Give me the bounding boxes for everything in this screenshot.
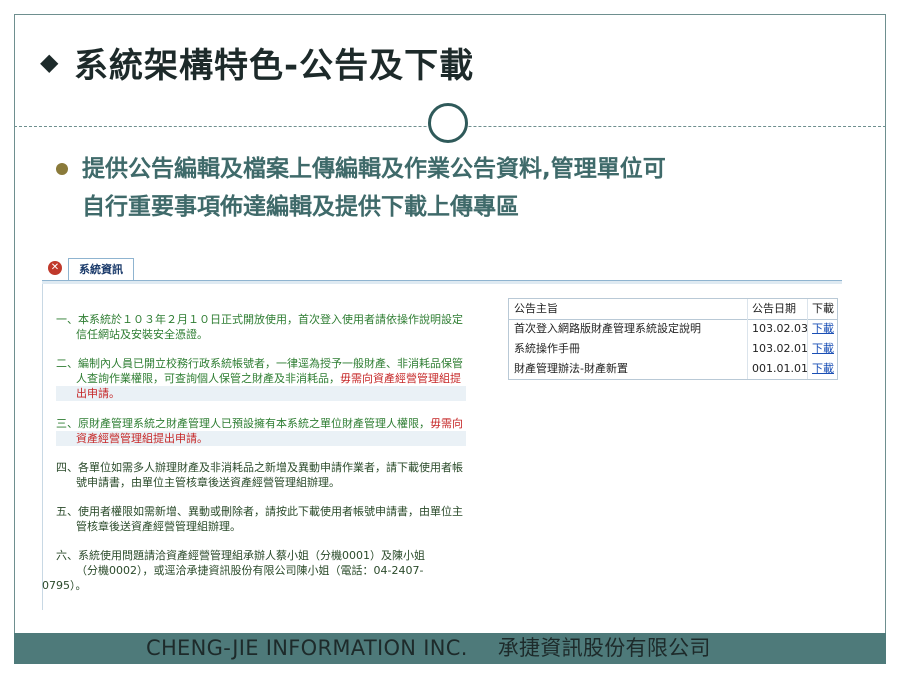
- notice-item: 四、各單位如需多人辦理財產及非消耗品之新增及異動申請作業者，請下載使用者帳 號申…: [56, 461, 463, 489]
- announcement-table: 公告主旨 公告日期 下載 首次登入網路版財產管理系統設定說明 103.02.03…: [508, 298, 838, 380]
- notice-item: 六、系統使用問題請洽資產經營管理組承辦人蔡小姐（分機0001）及陳小姐 （分機0…: [42, 549, 425, 592]
- bullet-dot-icon: [56, 163, 68, 175]
- footer-text: CHENG-JIE INFORMATION INC. 承捷資訊股份有限公司: [146, 633, 711, 664]
- system-info-screenshot: ✕ 系統資訊 一、本系統於１０３年２月１０日正式開放使用，首次登入使用者請依操作…: [42, 258, 842, 616]
- bullet-line-2: 自行重要事項佈達編輯及提供下載上傳專區: [82, 194, 519, 220]
- bullet-text: 提供公告編輯及檔案上傳編輯及作業公告資料,管理單位可 自行重要事項佈達編輯及提供…: [82, 150, 856, 226]
- download-link[interactable]: 下載: [807, 319, 840, 339]
- footer-company-en: CHENG-JIE INFORMATION INC.: [146, 636, 468, 660]
- slide-title-row: ◆ 系統架構特色-公告及下載: [40, 36, 474, 88]
- bullet-point: 提供公告編輯及檔案上傳編輯及作業公告資料,管理單位可 自行重要事項佈達編輯及提供…: [56, 150, 856, 226]
- notice-item: 二、編制內人員已開立校務行政系統帳號者，一律逕為授予一般財產、非消耗品保管 人查…: [56, 356, 466, 401]
- download-link[interactable]: 下載: [807, 339, 840, 359]
- tab-bar: ✕ 系統資訊: [42, 258, 842, 281]
- download-link[interactable]: 下載: [807, 359, 840, 379]
- bullet-line-1: 提供公告編輯及檔案上傳編輯及作業公告資料,管理單位可: [82, 156, 666, 182]
- ticker-bar: [42, 281, 842, 284]
- notice-item: 一、本系統於１０３年２月１０日正式開放使用，首次登入使用者請依操作說明設定 信任…: [56, 313, 463, 341]
- footer-bar: CHENG-JIE INFORMATION INC. 承捷資訊股份有限公司: [14, 633, 886, 664]
- slide-title: 系統架構特色-公告及下載: [74, 45, 475, 86]
- notice-item: 五、使用者權限如需新增、異動或刪除者，請按此下載使用者帳號申請書，由單位主 管核…: [56, 505, 463, 533]
- close-tab-icon[interactable]: ✕: [48, 261, 62, 275]
- table-row: 系統操作手冊 103.02.01 下載: [509, 339, 837, 359]
- notice-item: 三、原財產管理系統之財產管理人已預設擁有本系統之單位財產管理人權限，毋需向 資產…: [56, 416, 466, 446]
- table-header: 公告主旨 公告日期 下載: [509, 299, 837, 320]
- divider-circle-icon: [428, 103, 468, 143]
- left-rule: [42, 284, 43, 610]
- tab-system-info[interactable]: 系統資訊: [68, 258, 134, 280]
- table-row: 財產管理辦法-財產新置 001.01.01 下載: [509, 359, 837, 379]
- diamond-bullet-icon: ◆: [40, 48, 59, 76]
- table-row: 首次登入網路版財產管理系統設定說明 103.02.03 下載: [509, 319, 837, 339]
- footer-company-zh: 承捷資訊股份有限公司: [497, 636, 711, 660]
